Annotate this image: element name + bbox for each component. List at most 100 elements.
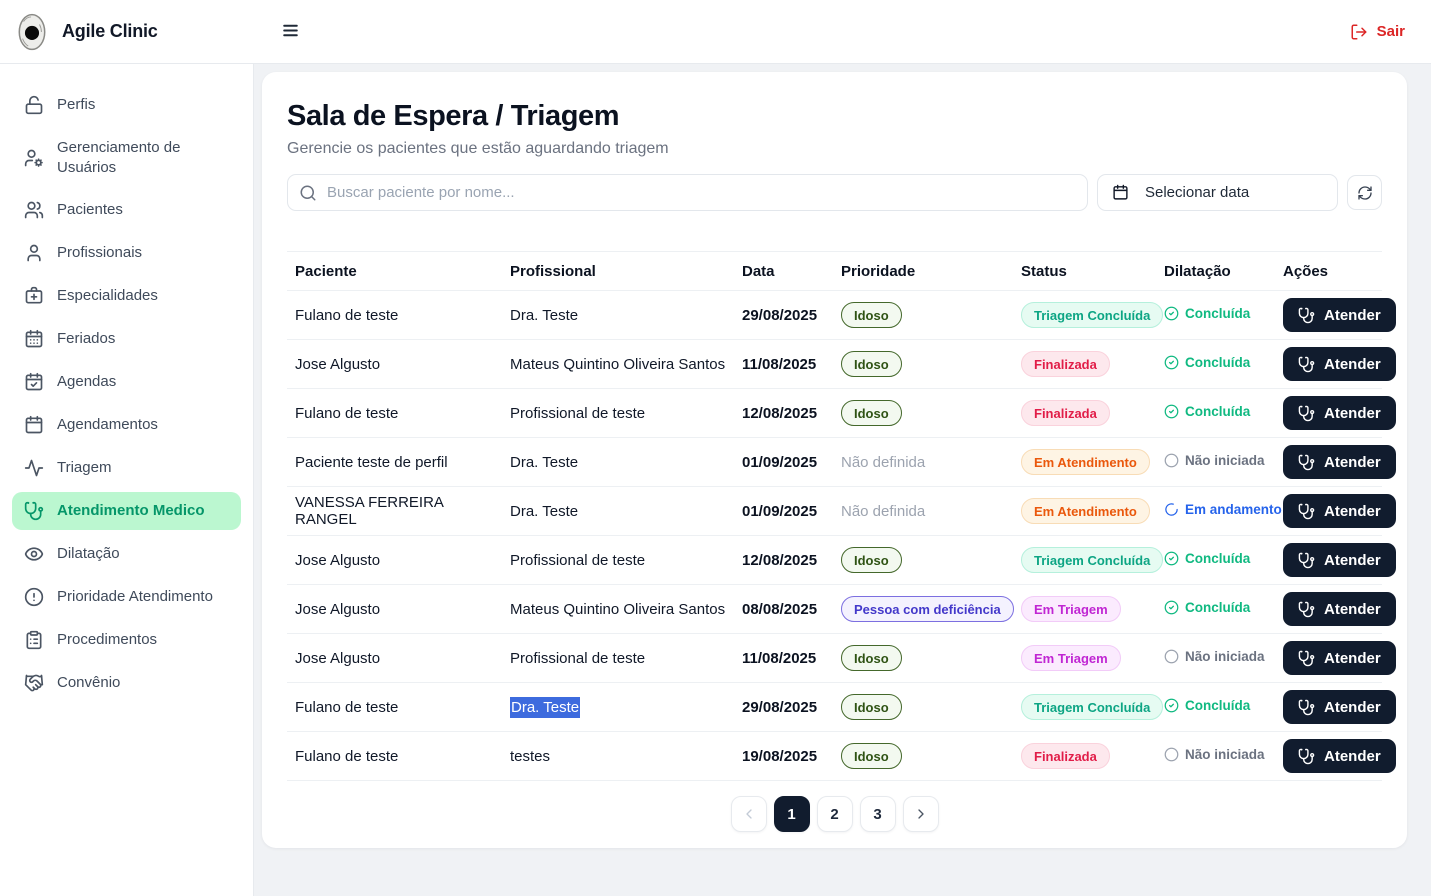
atender-button[interactable]: Atender	[1283, 347, 1396, 381]
atender-label: Atender	[1324, 405, 1381, 422]
atender-button[interactable]: Atender	[1283, 641, 1396, 675]
circle-check-icon	[1164, 306, 1179, 321]
dilation-label: Concluída	[1185, 698, 1250, 713]
sidebar-item-gerenciamento-usuarios[interactable]: Gerenciamento de Usuários	[12, 129, 241, 186]
toolbar: Selecionar data	[287, 174, 1382, 211]
sidebar-item-dilatacao[interactable]: Dilatação	[12, 535, 241, 573]
atender-button[interactable]: Atender	[1283, 543, 1396, 577]
sidebar-item-convenio[interactable]: Convênio	[12, 664, 241, 702]
sidebar-item-especialidades[interactable]: Especialidades	[12, 277, 241, 315]
atender-button[interactable]: Atender	[1283, 445, 1396, 479]
atender-label: Atender	[1324, 650, 1381, 667]
chevron-right-icon	[913, 806, 929, 822]
search-input[interactable]	[287, 174, 1088, 211]
table-row: Paciente teste de perfilDra. Teste01/09/…	[287, 438, 1382, 487]
priority-cell: Idoso	[833, 645, 1013, 671]
atender-button[interactable]: Atender	[1283, 298, 1396, 332]
atender-button[interactable]: Atender	[1283, 592, 1396, 626]
atender-label: Atender	[1324, 454, 1381, 471]
priority-badge: Idoso	[841, 400, 902, 426]
sidebar-item-agendamentos[interactable]: Agendamentos	[12, 406, 241, 444]
status-badge: Finalizada	[1021, 351, 1110, 377]
priority-badge: Idoso	[841, 351, 902, 377]
atender-button[interactable]: Atender	[1283, 494, 1396, 528]
dilation-cell: Concluída	[1156, 698, 1275, 717]
priority-cell: Idoso	[833, 302, 1013, 328]
menu-toggle-button[interactable]	[281, 21, 300, 43]
pagination-page-3[interactable]: 3	[860, 796, 896, 832]
date-picker-button[interactable]: Selecionar data	[1097, 174, 1338, 211]
briefcase-medical-icon	[24, 286, 44, 306]
priority-undefined: Não definida	[841, 503, 925, 520]
sidebar-item-feriados[interactable]: Feriados	[12, 320, 241, 358]
sidebar-item-prioridade-atendimento[interactable]: Prioridade Atendimento	[12, 578, 241, 616]
patient-name: VANESSA FERREIRA RANGEL	[287, 494, 502, 528]
calendar-icon	[24, 415, 44, 435]
sidebar-item-label: Convênio	[57, 673, 120, 693]
sidebar-item-pacientes[interactable]: Pacientes	[12, 191, 241, 229]
priority-cell: Idoso	[833, 351, 1013, 377]
circle-check-icon	[1164, 355, 1179, 370]
sidebar-nav: Perfis Gerenciamento de Usuários Pacientes…	[12, 86, 241, 702]
patient-name: Jose Algusto	[287, 356, 502, 373]
page-title: Sala de Espera / Triagem	[287, 100, 1382, 133]
atender-button[interactable]: Atender	[1283, 739, 1396, 773]
status-badge: Em Atendimento	[1021, 498, 1150, 524]
dilation-cell: Não iniciada	[1156, 453, 1275, 472]
sidebar-item-label: Profissionais	[57, 243, 142, 263]
stethoscope-icon	[1298, 356, 1315, 373]
calendar-check-icon	[24, 372, 44, 392]
alert-circle-icon	[24, 587, 44, 607]
page-subtitle: Gerencie os pacientes que estão aguardan…	[287, 140, 1382, 158]
brand: Agile Clinic	[0, 12, 254, 52]
sidebar-item-procedimentos[interactable]: Procedimentos	[12, 621, 241, 659]
refresh-button[interactable]	[1347, 175, 1382, 210]
atender-label: Atender	[1324, 503, 1381, 520]
stethoscope-icon	[24, 501, 44, 521]
priority-undefined: Não definida	[841, 454, 925, 471]
actions-cell: Atender	[1275, 641, 1396, 675]
professional-name: Dra. Teste	[502, 307, 734, 324]
stethoscope-icon	[1298, 503, 1315, 520]
pagination-page-1[interactable]: 1	[774, 796, 810, 832]
pagination-page-2[interactable]: 2	[817, 796, 853, 832]
dilation-cell: Não iniciada	[1156, 649, 1275, 668]
status-badge: Triagem Concluída	[1021, 547, 1163, 573]
table-row: Fulano de testeProfissional de teste12/0…	[287, 389, 1382, 438]
sidebar-item-agendas[interactable]: Agendas	[12, 363, 241, 401]
sidebar-item-label: Agendamentos	[57, 415, 158, 435]
sidebar-item-atendimento-medico[interactable]: Atendimento Medico	[12, 492, 241, 530]
patient-name: Jose Algusto	[287, 650, 502, 667]
appointment-date: 19/08/2025	[734, 748, 833, 765]
atender-button[interactable]: Atender	[1283, 690, 1396, 724]
appointment-date: 11/08/2025	[734, 650, 833, 667]
logout-button[interactable]: Sair	[1350, 23, 1405, 41]
app-header: Agile Clinic Sair	[0, 0, 1431, 64]
professional-name: Profissional de teste	[502, 405, 734, 422]
sidebar-item-profissionais[interactable]: Profissionais	[12, 234, 241, 272]
dilation-status: Não iniciada	[1164, 747, 1265, 762]
dilation-cell: Concluída	[1156, 600, 1275, 619]
pagination-next-button[interactable]	[903, 796, 939, 832]
calendar-days-icon	[24, 329, 44, 349]
sidebar-item-label: Agendas	[57, 372, 116, 392]
sidebar-item-triagem[interactable]: Triagem	[12, 449, 241, 487]
circle-check-icon	[1164, 551, 1179, 566]
dilation-cell: Em andamento	[1156, 502, 1275, 521]
column-header-status: Status	[1013, 263, 1156, 280]
sidebar-item-perfis[interactable]: Perfis	[12, 86, 241, 124]
status-cell: Em Triagem	[1013, 645, 1156, 671]
atender-button[interactable]: Atender	[1283, 396, 1396, 430]
lock-open-icon	[24, 95, 44, 115]
professional-name: Profissional de teste	[502, 552, 734, 569]
patient-name: Jose Algusto	[287, 601, 502, 618]
status-badge: Finalizada	[1021, 400, 1110, 426]
column-header-profissional: Profissional	[502, 263, 734, 280]
column-header-prioridade: Prioridade	[833, 263, 1013, 280]
stethoscope-icon	[1298, 307, 1315, 324]
patient-name: Fulano de teste	[287, 748, 502, 765]
priority-cell: Não definida	[833, 454, 1013, 471]
pagination-prev-button[interactable]	[731, 796, 767, 832]
professional-name: Dra. Teste	[502, 454, 734, 471]
table-header-row: Paciente Profissional Data Prioridade St…	[287, 251, 1382, 291]
